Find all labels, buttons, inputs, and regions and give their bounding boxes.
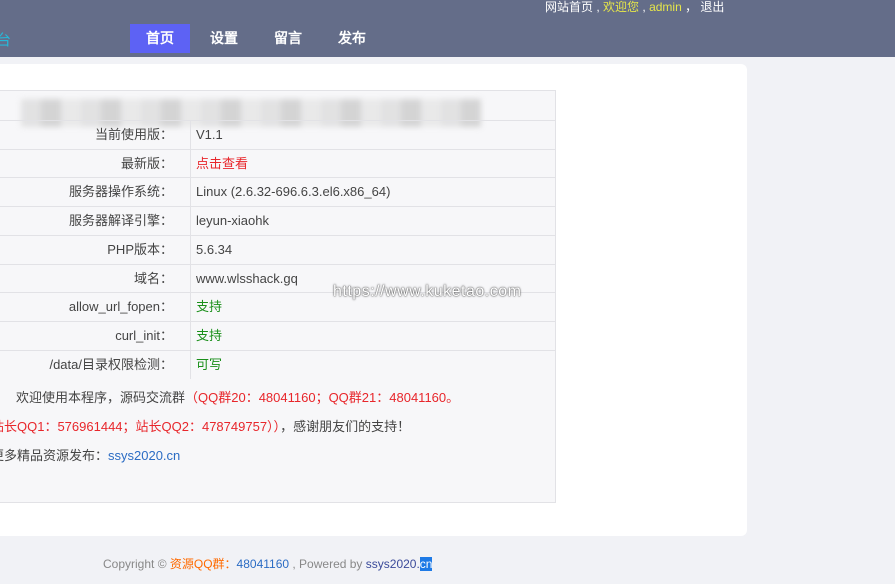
resources-label: 更多精品资源发布： (0, 448, 109, 463)
row-value: V1.1 (196, 127, 223, 142)
nav-settings[interactable]: 设置 (194, 24, 254, 53)
selected-text: cn (419, 557, 433, 571)
watermark: https://www.kuketao.com (333, 283, 522, 300)
table-row: 服务器操作系统： Linux (2.6.32-696.6.3.el6.x86_64… (0, 177, 555, 207)
admin-qq: 站长QQ1：576961444；站长QQ2：478749757）） (0, 419, 281, 434)
column-divider (190, 350, 191, 379)
note-text: 欢迎使用本程序，源码交流群 (16, 390, 186, 405)
table-row: 当前使用版： V1.1 (0, 120, 555, 149)
row-label: PHP版本： (107, 241, 173, 257)
row-label: 服务器解译引擎： (68, 213, 173, 229)
site-link[interactable]: ssys2020. (366, 557, 420, 571)
welcome-text: 欢迎您 (603, 0, 640, 14)
powered-by: , Powered by (289, 557, 366, 571)
column-divider (190, 121, 191, 149)
top-header: 网站首页 , 欢迎您 , admin ， 退出 台 首页 设置 留言 发布 (0, 0, 895, 57)
column-divider (190, 207, 191, 236)
note-line-2: 站长QQ1：576961444；站长QQ2：478749757）），感谢朋友们的… (0, 416, 410, 435)
row-value: 支持 (196, 299, 223, 315)
row-value: 5.6.34 (196, 241, 233, 257)
column-divider (190, 178, 191, 207)
copyright-text: Copyright © (103, 557, 170, 571)
top-links: 网站首页 , 欢迎您 , admin ， 退出 (545, 0, 725, 14)
column-divider (190, 264, 191, 293)
row-value: leyun-xiaohk (196, 213, 269, 229)
column-divider (190, 149, 191, 178)
column-divider (190, 235, 191, 264)
table-row: /data/目录权限检测： 可写 (0, 349, 555, 379)
table-row: 服务器解译引擎： leyun-xiaohk (0, 206, 555, 236)
row-label: allow_url_fopen： (68, 299, 173, 315)
brand-title: 台 (0, 32, 12, 49)
row-value: www.wlsshack.gq (196, 270, 298, 286)
column-divider (190, 293, 191, 322)
qq-group-label: 资源QQ群： (169, 557, 237, 571)
nav-publish[interactable]: 发布 (322, 24, 382, 53)
column-divider (190, 321, 191, 350)
row-label: /data/目录权限检测： (49, 356, 173, 372)
username-link[interactable]: admin (649, 0, 682, 14)
main-nav: 首页 设置 留言 发布 (130, 24, 386, 53)
table-row: 最新版： 点击查看 (0, 148, 555, 178)
row-value: Linux (2.6.32-696.6.3.el6.x86_64) (196, 184, 391, 200)
nav-home[interactable]: 首页 (130, 24, 190, 53)
nav-messages[interactable]: 留言 (258, 24, 318, 53)
resources-link[interactable]: ssys2020.cn (108, 448, 180, 463)
qq-groups: （QQ群20：48041160；QQ群21：48041160。 (185, 390, 460, 405)
row-value: 支持 (196, 327, 223, 343)
table-row: curl_init： 支持 (0, 320, 555, 350)
note-line-1: 欢迎使用本程序，源码交流群（QQ群20：48041160；QQ群21：48041… (16, 387, 459, 406)
row-label: 域名： (133, 270, 173, 286)
thanks-text: ，感谢朋友们的支持！ (280, 419, 411, 434)
row-value[interactable]: 点击查看 (196, 150, 248, 178)
row-value: 可写 (196, 356, 223, 372)
row-label: 服务器操作系统： (68, 184, 173, 200)
logout-link[interactable]: 退出 (700, 0, 724, 14)
row-label: 最新版： (120, 155, 173, 171)
note-line-3: 更多精品资源发布：ssys2020.cn (0, 445, 180, 464)
row-label: 当前使用版： (94, 127, 173, 142)
row-label: curl_init： (115, 327, 173, 343)
qq-group-number[interactable]: 48041160 (237, 557, 290, 571)
site-home-link[interactable]: 网站首页 (545, 0, 593, 14)
table-row: PHP版本： 5.6.34 (0, 234, 555, 264)
footer: Copyright © 资源QQ群：48041160 , Powered by … (103, 555, 433, 572)
